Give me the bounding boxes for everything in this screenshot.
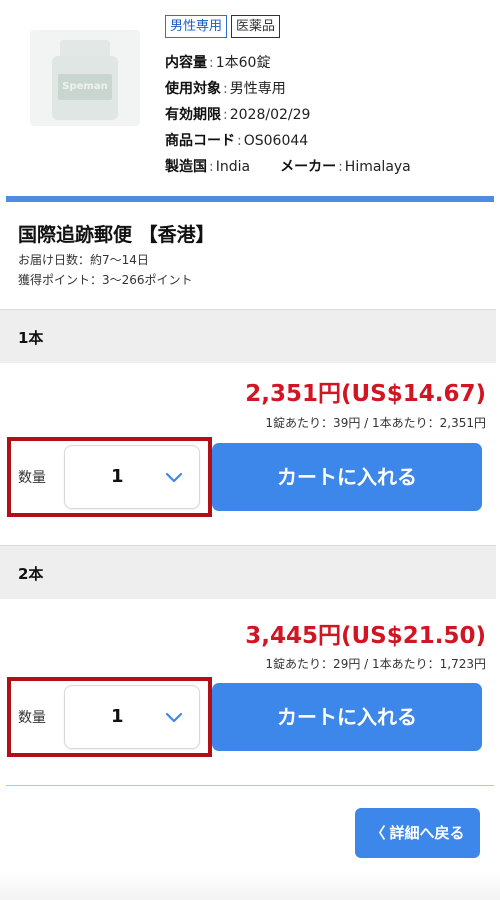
option-unit-price: 1錠あたり：39円 / 1本あたり：2,351円 bbox=[265, 416, 486, 430]
spec-origin-maker: 製造国: India メーカー: Himalaya bbox=[165, 159, 411, 175]
purchase-row-2: 数量 1 カートに入れる bbox=[0, 677, 500, 757]
product-image[interactable]: Speman bbox=[30, 30, 140, 126]
spec-content: 内容量:1本60錠 bbox=[165, 55, 271, 71]
section-divider bbox=[6, 196, 494, 202]
chevron-down-icon bbox=[165, 472, 183, 483]
add-to-cart-button[interactable]: カートに入れる bbox=[212, 443, 482, 511]
bottle-graphic: Speman bbox=[52, 40, 118, 120]
quantity-value: 1 bbox=[111, 706, 124, 727]
tag-medicine: 医薬品 bbox=[231, 15, 281, 38]
points-earned: 獲得ポイント：3〜266ポイント bbox=[18, 273, 193, 287]
shipping-method-title: 国際追跡郵便 【香港】 bbox=[18, 224, 215, 246]
quantity-select[interactable]: 1 bbox=[64, 445, 200, 509]
bottom-divider bbox=[6, 785, 494, 786]
option-price: 3,445円(US$21.50) bbox=[245, 623, 486, 649]
bottom-fade bbox=[0, 872, 500, 900]
quantity-value: 1 bbox=[111, 466, 124, 487]
quantity-select[interactable]: 1 bbox=[64, 685, 200, 749]
option-header-2: 2本 bbox=[0, 545, 496, 599]
spec-target: 使用対象: 男性専用 bbox=[165, 81, 286, 97]
spec-expiry: 有効期限:2028/02/29 bbox=[165, 107, 311, 123]
product-tags: 男性専用 医薬品 bbox=[165, 15, 281, 38]
quantity-label: 数量 bbox=[18, 710, 46, 726]
quantity-label: 数量 bbox=[18, 470, 46, 486]
option-unit-price: 1錠あたり：29円 / 1本あたり：1,723円 bbox=[265, 657, 486, 671]
option-name: 2本 bbox=[18, 565, 44, 583]
option-price: 2,351円(US$14.67) bbox=[245, 381, 486, 407]
chevron-left-icon: 〈 bbox=[370, 824, 386, 842]
option-header-1: 1本 bbox=[0, 309, 496, 363]
back-button-label: 詳細へ戻る bbox=[389, 824, 465, 842]
add-to-cart-button[interactable]: カートに入れる bbox=[212, 683, 482, 751]
product-summary: Speman 男性専用 医薬品 内容量:1本60錠 使用対象: 男性専用 有効期限… bbox=[0, 0, 500, 196]
product-specs: 内容量:1本60錠 使用対象: 男性専用 有効期限:2028/02/29 商品コー… bbox=[165, 50, 411, 180]
purchase-row-1: 数量 1 カートに入れる bbox=[0, 437, 500, 517]
delivery-days: お届け日数：約7〜14日 bbox=[18, 253, 149, 267]
bottle-label: Speman bbox=[58, 74, 112, 100]
back-to-details-button[interactable]: 〈詳細へ戻る bbox=[355, 808, 480, 858]
spec-code: 商品コード: OS06044 bbox=[165, 133, 309, 149]
tag-men-only: 男性専用 bbox=[165, 15, 228, 38]
option-name: 1本 bbox=[18, 329, 44, 347]
chevron-down-icon bbox=[165, 712, 183, 723]
